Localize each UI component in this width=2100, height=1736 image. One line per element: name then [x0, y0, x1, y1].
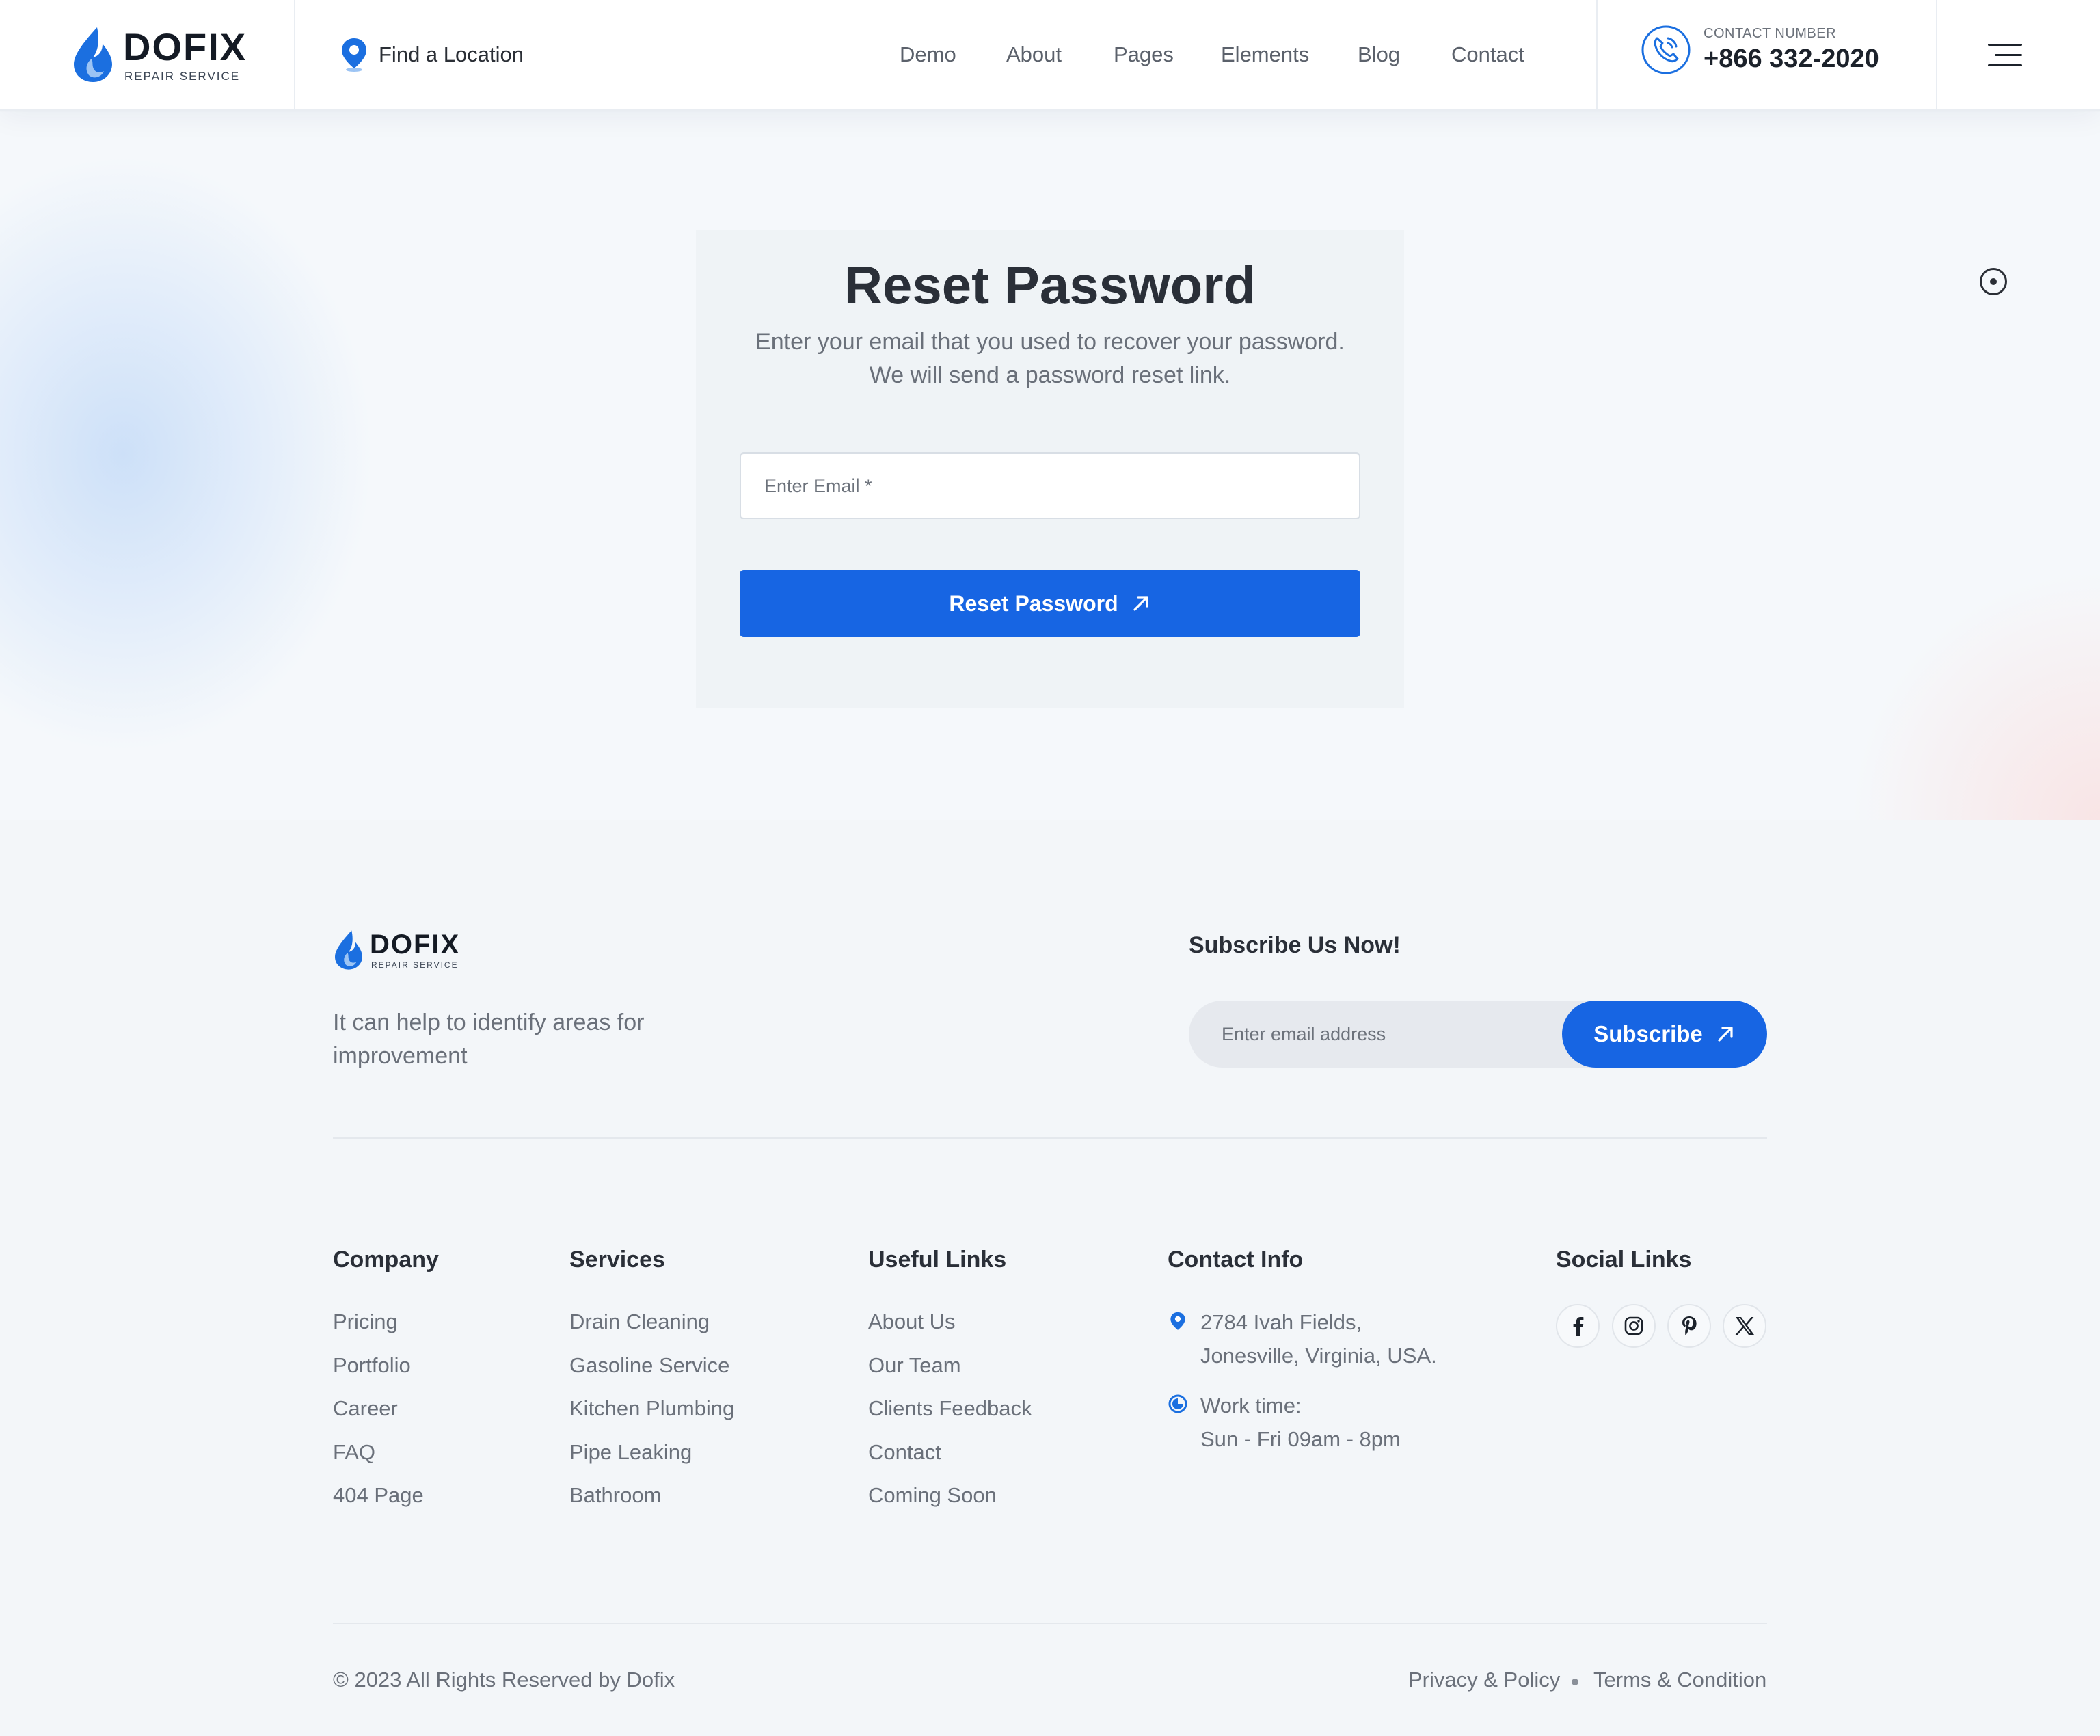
header-logo[interactable]: DOFIX REPAIR SERVICE [71, 26, 247, 83]
water-drop-logo-icon [335, 930, 362, 970]
water-drop-logo-icon [74, 27, 112, 82]
footer-link-coming-soon[interactable]: Coming Soon [868, 1483, 997, 1508]
site-footer: DOFIX REPAIR SERVICE It can help to iden… [0, 820, 2100, 1736]
email-field[interactable] [740, 452, 1360, 519]
contact-address: 2784 Ivah Fields, Jonesville, Virginia, … [1200, 1305, 1437, 1372]
logo-name: DOFIX [370, 930, 461, 960]
footer-about-line1: It can help to identify areas for [333, 1009, 645, 1035]
logo-tagline: REPAIR SERVICE [371, 960, 459, 970]
nav-item-demo[interactable]: Demo [900, 42, 956, 67]
arrow-up-right-icon [1718, 1027, 1733, 1042]
x-icon[interactable] [1723, 1304, 1766, 1348]
map-pin-icon [1170, 1312, 1185, 1330]
arrow-up-right-icon [1133, 596, 1148, 611]
work-time-label: Work time: [1200, 1394, 1302, 1418]
footer-link-drain-cleaning[interactable]: Drain Cleaning [569, 1310, 710, 1334]
footer-link-pipe-leaking[interactable]: Pipe Leaking [569, 1440, 692, 1465]
footer-about-text: It can help to identify areas for improv… [333, 1006, 716, 1073]
logo-name: DOFIX [123, 25, 247, 68]
subscribe-button-label: Subscribe [1593, 1021, 1703, 1046]
subscribe-email-input[interactable] [1222, 1001, 1550, 1068]
menu-hamburger-icon[interactable] [1988, 44, 2022, 67]
nav-item-pages[interactable]: Pages [1114, 42, 1174, 67]
subscribe-form: Subscribe [1189, 1001, 1767, 1068]
find-location-label: Find a Location [379, 42, 524, 66]
footer-link-gasoline-service[interactable]: Gasoline Service [569, 1353, 729, 1378]
scroll-indicator-icon[interactable] [1980, 268, 2007, 295]
reset-description-line1: Enter your email that you used to recove… [755, 329, 1345, 355]
logo-tagline: REPAIR SERVICE [124, 69, 241, 83]
privacy-policy-link[interactable]: Privacy & Policy [1408, 1668, 1560, 1692]
nav-item-about[interactable]: About [1006, 42, 1062, 67]
reset-description-line2: We will send a password reset link. [869, 362, 1231, 388]
site-header: DOFIX REPAIR SERVICE Find a Location Dem… [0, 0, 2100, 111]
facebook-icon[interactable] [1556, 1304, 1600, 1348]
footer-bottom-divider [333, 1623, 1767, 1624]
nav-item-contact[interactable]: Contact [1451, 42, 1524, 67]
terms-condition-link[interactable]: Terms & Condition [1593, 1668, 1766, 1692]
contact-work-time: Work time: Sun - Fri 09am - 8pm [1200, 1389, 1401, 1456]
subscribe-title: Subscribe Us Now! [1189, 932, 1401, 958]
subscribe-button[interactable]: Subscribe [1562, 1001, 1767, 1068]
footer-divider [333, 1137, 1767, 1139]
reset-password-button-label: Reset Password [949, 591, 1118, 616]
footer-link-faq[interactable]: FAQ [333, 1440, 375, 1465]
work-time-hours: Sun - Fri 09am - 8pm [1200, 1427, 1401, 1451]
footer-link-clients-feedback[interactable]: Clients Feedback [868, 1396, 1032, 1421]
header-divider [1936, 0, 1937, 111]
footer-link-pricing[interactable]: Pricing [333, 1310, 398, 1334]
footer-about-line2: improvement [333, 1043, 468, 1069]
page-title: Reset Password [844, 255, 1256, 315]
footer-link-about-us[interactable]: About Us [868, 1310, 956, 1334]
footer-useful-links-title: Useful Links [868, 1247, 1007, 1273]
copyright-text: © 2023 All Rights Reserved by Dofix [333, 1668, 675, 1692]
legal-separator [1572, 1679, 1578, 1685]
footer-link-kitchen-plumbing[interactable]: Kitchen Plumbing [569, 1396, 734, 1421]
contact-address-line1: 2784 Ivah Fields, [1200, 1310, 1362, 1334]
footer-link-bathroom[interactable]: Bathroom [569, 1483, 661, 1508]
footer-link-career[interactable]: Career [333, 1396, 398, 1421]
pinterest-icon[interactable] [1667, 1304, 1711, 1348]
nav-item-elements[interactable]: Elements [1221, 42, 1309, 67]
footer-link-our-team[interactable]: Our Team [868, 1353, 961, 1378]
phone-call-icon [1641, 25, 1691, 74]
reset-password-card: Reset Password Enter your email that you… [696, 230, 1404, 708]
footer-contact-info-title: Contact Info [1168, 1247, 1304, 1273]
contact-number-label: CONTACT NUMBER [1704, 26, 1837, 41]
footer-logo[interactable]: DOFIX REPAIR SERVICE [333, 930, 460, 971]
footer-link-portfolio[interactable]: Portfolio [333, 1353, 411, 1378]
footer-company-title: Company [333, 1247, 439, 1273]
contact-address-line2: Jonesville, Virginia, USA. [1200, 1344, 1437, 1368]
map-pin-icon [342, 38, 366, 72]
footer-link-contact[interactable]: Contact [868, 1440, 941, 1465]
contact-number-value: +866 332-2020 [1704, 44, 1879, 73]
nav-item-blog[interactable]: Blog [1358, 42, 1400, 67]
reset-description: Enter your email that you used to recove… [696, 325, 1404, 392]
hero-section: Reset Password Enter your email that you… [0, 112, 2100, 820]
header-divider [1596, 0, 1598, 111]
footer-link-404[interactable]: 404 Page [333, 1483, 424, 1508]
header-divider [294, 0, 295, 111]
reset-password-button[interactable]: Reset Password [740, 570, 1360, 637]
footer-services-title: Services [569, 1247, 665, 1273]
clock-icon [1168, 1394, 1187, 1413]
instagram-icon[interactable] [1612, 1304, 1656, 1348]
find-location-link[interactable]: Find a Location [339, 37, 524, 72]
footer-social-links-title: Social Links [1556, 1247, 1692, 1273]
contact-number-block[interactable]: CONTACT NUMBER +866 332-2020 [1641, 25, 1879, 75]
